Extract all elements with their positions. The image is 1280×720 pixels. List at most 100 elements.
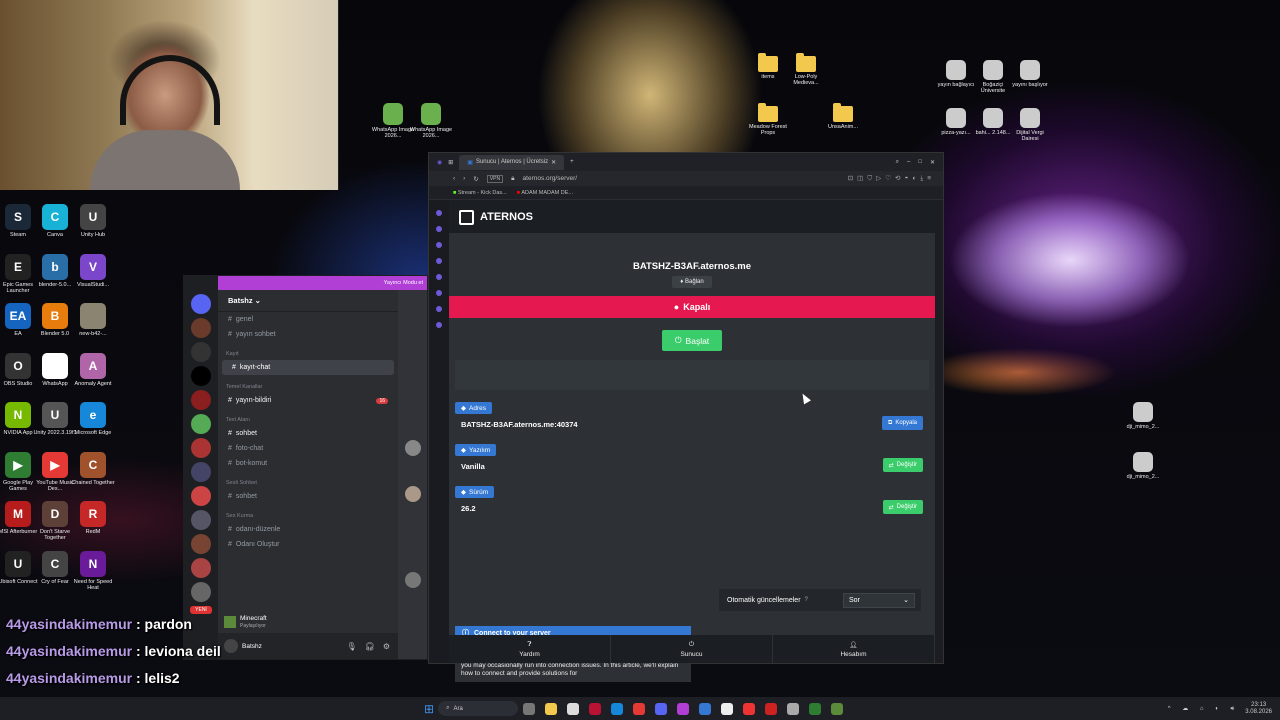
channel-category[interactable]: Kayıt xyxy=(218,348,398,360)
server-name-header[interactable]: Batshz ⌄ xyxy=(218,290,398,312)
change-version-button[interactable]: ⇄ Değiştir xyxy=(882,500,923,514)
desktop-icon[interactable]: C Chained Together xyxy=(71,451,115,486)
taskbar-app-icon[interactable] xyxy=(699,702,712,715)
new-tab-icon[interactable]: + xyxy=(570,159,574,165)
sidebar-app-icon[interactable] xyxy=(436,306,442,312)
channel-item[interactable]: # foto-chat xyxy=(218,441,398,456)
desktop-icon[interactable]: Dijital Vergi Dairesi xyxy=(1008,108,1052,142)
server-icon[interactable] xyxy=(191,366,211,386)
xbox-icon[interactable] xyxy=(809,702,822,715)
taskbar-app-icon[interactable] xyxy=(765,702,778,715)
sidebar-app-icon[interactable] xyxy=(436,242,442,248)
discord-home-icon[interactable] xyxy=(191,294,211,314)
join-button[interactable]: ♦ Bağlan xyxy=(672,276,712,288)
nav-account[interactable]: 👤︎ Hesabım xyxy=(773,635,935,663)
start-icon[interactable]: ⊞ xyxy=(424,702,434,716)
tab-list-icon[interactable]: ⊞ xyxy=(448,159,453,166)
desktop-icon[interactable]: new-b42-... xyxy=(71,303,115,337)
file-explorer-icon[interactable] xyxy=(545,702,558,715)
maximize-icon[interactable]: □ xyxy=(918,159,922,166)
minimize-icon[interactable]: – xyxy=(907,159,910,166)
server-icon[interactable] xyxy=(191,558,211,578)
sidebar-app-icon[interactable] xyxy=(436,210,442,216)
channel-category[interactable]: Temel Kanallar xyxy=(218,381,398,393)
tab-aternos[interactable]: ▣ Sunucu | Aternos | Ücretsiz ✕ xyxy=(459,154,565,170)
nav-server[interactable]: ⏻ Sunucu xyxy=(611,635,773,663)
server-icon[interactable] xyxy=(191,414,211,434)
clock[interactable]: 23:13 3.08.2026 xyxy=(1245,702,1272,716)
server-icon[interactable] xyxy=(191,438,211,458)
vpn-badge[interactable]: VPN xyxy=(486,174,504,183)
server-icon[interactable] xyxy=(191,534,211,554)
channel-item[interactable]: # kayıt-chat xyxy=(222,360,394,375)
member-avatar[interactable] xyxy=(404,572,421,588)
server-icon[interactable] xyxy=(191,390,211,410)
server-icon[interactable] xyxy=(191,318,211,338)
channel-item[interactable]: # sohbet xyxy=(218,489,398,504)
minecraft-icon[interactable] xyxy=(831,702,844,715)
aternos-logo-icon[interactable] xyxy=(459,209,474,225)
aternos-brand[interactable]: ATERNOS xyxy=(480,211,533,223)
desktop-icon[interactable]: A Anomaly Agent xyxy=(71,352,115,387)
server-icon[interactable] xyxy=(191,582,211,602)
channel-category[interactable]: Text Alanı xyxy=(218,414,398,426)
start-button[interactable]: ⏻ Başlat xyxy=(662,330,722,351)
desktop-icon[interactable]: U Unity Hub xyxy=(71,204,115,238)
desktop-icon[interactable]: N Need for Speed Heat xyxy=(71,550,115,591)
search-icon[interactable]: ⌕ xyxy=(896,159,899,166)
channel-category[interactable]: Sesli Sohbet xyxy=(218,477,398,489)
member-avatar[interactable] xyxy=(404,486,421,502)
desktop-icon[interactable]: Meadow Forest Props xyxy=(746,103,790,136)
sidebar-app-icon[interactable] xyxy=(436,258,442,264)
system-tray-icons[interactable]: ^ ☁ ⌂ ◐ 🔊︎ xyxy=(1168,705,1240,713)
mic-icon[interactable]: 🎙︎ xyxy=(347,642,357,651)
desktop-icon[interactable]: e Microsoft Edge xyxy=(71,402,115,436)
channel-category[interactable]: Ses Kurma xyxy=(218,510,398,522)
taskbar-app-icon[interactable] xyxy=(589,702,602,715)
avatar[interactable] xyxy=(224,639,238,653)
sidebar-app-icon[interactable] xyxy=(436,290,442,296)
copy-button[interactable]: ⧉ Kopyala xyxy=(882,416,923,430)
desktop-icon[interactable]: V VisualStudi... xyxy=(71,253,115,288)
desktop-icon[interactable]: Low-Poly Medieva... xyxy=(784,53,828,86)
taskbar-app-icon[interactable] xyxy=(633,702,646,715)
channel-item[interactable]: # Odanı Oluştur xyxy=(218,537,398,552)
desktop-icon[interactable]: dji_mimo_2... xyxy=(1121,452,1165,480)
address-value[interactable]: BATSHZ-B3AF.aternos.me:40374 xyxy=(461,420,578,429)
server-icon[interactable] xyxy=(191,462,211,482)
sidebar-app-icon[interactable] xyxy=(436,322,442,328)
discord-icon[interactable] xyxy=(655,702,668,715)
taskbar-app-icon[interactable] xyxy=(743,702,756,715)
desktop-icon[interactable]: R RedM xyxy=(71,501,115,535)
channel-item[interactable]: # yayın-bildiri 16 xyxy=(218,393,398,408)
auto-update-select[interactable]: Sor ⌄ xyxy=(843,592,915,608)
help-icon[interactable]: ? xyxy=(805,597,808,603)
taskbar-app-icon[interactable] xyxy=(567,702,580,715)
change-software-button[interactable]: ⇄ Değiştir xyxy=(882,458,923,472)
server-icon[interactable] xyxy=(191,510,211,530)
close-window-icon[interactable]: ✕ xyxy=(930,159,935,166)
browser-logo-icon[interactable]: ◉ xyxy=(437,159,442,166)
headset-icon[interactable]: 🎧︎ xyxy=(365,642,375,651)
member-avatar[interactable] xyxy=(404,440,421,456)
taskbar-app-icon[interactable] xyxy=(721,702,734,715)
desktop-icon[interactable]: dji_mimo_2... xyxy=(1121,402,1165,430)
taskbar-app-icon[interactable] xyxy=(523,702,536,715)
taskbar-search[interactable]: ⌕ Ara xyxy=(438,701,519,716)
channel-item[interactable]: # bot-komut xyxy=(218,456,398,471)
server-icon[interactable] xyxy=(191,342,211,362)
desktop-icon[interactable]: WhatsApp Image 2026... xyxy=(409,103,453,139)
back-icon[interactable]: ‹ xyxy=(453,175,455,182)
taskbar-app-icon[interactable] xyxy=(677,702,690,715)
channel-item[interactable]: # sohbet xyxy=(218,426,398,441)
channel-item[interactable]: # odanı-düzenle xyxy=(218,522,398,537)
desktop-icon[interactable]: yayını başlıyor xyxy=(1008,60,1052,88)
forward-icon[interactable]: › xyxy=(463,175,465,182)
reload-icon[interactable]: ↻ xyxy=(473,175,478,183)
channel-item[interactable]: # genel xyxy=(218,312,398,327)
bookmark-youtube[interactable]: ■ ADAM MADAM DE... xyxy=(517,190,573,196)
nav-help[interactable]: ❓︎ Yardım xyxy=(449,635,611,663)
settings-icon[interactable]: ⚙︎ xyxy=(383,642,390,651)
close-tab-icon[interactable]: ✕ xyxy=(551,159,556,166)
activity-panel[interactable]: Minecraft Paylaşılıyor xyxy=(218,611,398,633)
